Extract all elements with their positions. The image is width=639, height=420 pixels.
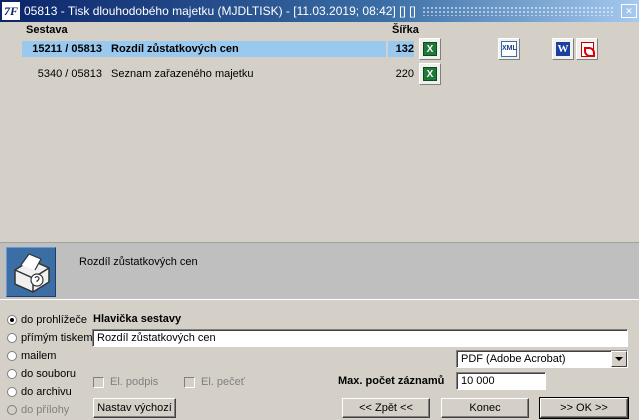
output-option-print[interactable]: přímým tiskem [7,331,93,345]
report-name: Rozdíl zůstatkových cen [111,43,239,55]
report-info-panel [0,242,639,300]
pdf-export-button[interactable] [576,38,598,60]
window-title: 05813 - Tisk dlouhodobého majetku (MJDLT… [24,4,416,18]
checkbox-box [184,376,195,388]
output-format-value: PDF (Adobe Acrobat) [461,353,566,365]
close-button[interactable]: Konec [441,398,529,418]
report-header-label: Hlavička sestavy [93,313,182,325]
title-bar-pattern [421,6,615,16]
report-width[interactable]: 220 [388,66,414,82]
report-row-selected[interactable]: 15211 / 05813 Rozdíl zůstatkových cen [22,41,386,57]
ok-button[interactable]: >> OK >> [539,397,629,419]
excel-icon: X [423,42,437,56]
printer-icon [6,247,56,297]
output-option-attachment: do přílohy [7,403,69,417]
excel-export-button[interactable]: X [419,38,441,60]
output-format-select[interactable]: PDF (Adobe Acrobat) [456,350,628,368]
app-logo-icon: 7F [2,2,20,20]
output-option-mail[interactable]: mailem [7,349,56,363]
radio-dot[interactable] [7,369,17,379]
word-icon: W [556,42,570,56]
column-header-sestava: Sestava [26,24,68,36]
max-records-input[interactable]: 10 000 [456,372,546,390]
report-code: 5340 / 05813 [37,68,102,80]
checkbox-box [93,376,104,388]
radio-dot[interactable] [7,333,17,343]
report-info-text: Rozdíl zůstatkových cen [79,256,198,268]
column-header-sirka: Šířka [392,24,419,36]
radio-dot[interactable] [7,351,17,361]
word-export-button[interactable]: W [552,38,574,60]
output-option-archive[interactable]: do archivu [7,385,72,399]
excel-icon: X [423,67,437,81]
report-name: Seznam zařazeného majetku [111,68,254,80]
pdf-icon [580,41,595,57]
output-option-file[interactable]: do souboru [7,367,76,381]
radio-dot [7,405,17,415]
report-row[interactable]: 5340 / 05813 Seznam zařazeného majetku [22,66,386,82]
radio-dot[interactable] [7,387,17,397]
xml-icon: XML [501,41,517,57]
radio-dot[interactable] [7,315,17,325]
el-pecet-checkbox: El. pečeť [184,375,245,389]
output-option-viewer[interactable]: do prohlížeče [7,313,87,327]
back-button[interactable]: << Zpět << [342,398,430,418]
window-close-button[interactable]: ✕ [621,4,637,18]
report-width[interactable]: 132 [388,41,414,57]
set-defaults-button[interactable]: Nastav výchozí [93,398,176,418]
report-code: 15211 / 05813 [32,43,102,55]
excel-export-button[interactable]: X [419,63,441,85]
title-bar: 7F 05813 - Tisk dlouhodobého majetku (MJ… [0,0,639,22]
el-podpis-checkbox: El. podpis [93,375,158,389]
max-records-label: Max. počet záznamů [338,375,445,387]
report-header-input[interactable]: Rozdíl zůstatkových cen [92,329,628,347]
xml-export-button[interactable]: XML [498,38,520,60]
chevron-down-icon[interactable] [611,351,627,367]
